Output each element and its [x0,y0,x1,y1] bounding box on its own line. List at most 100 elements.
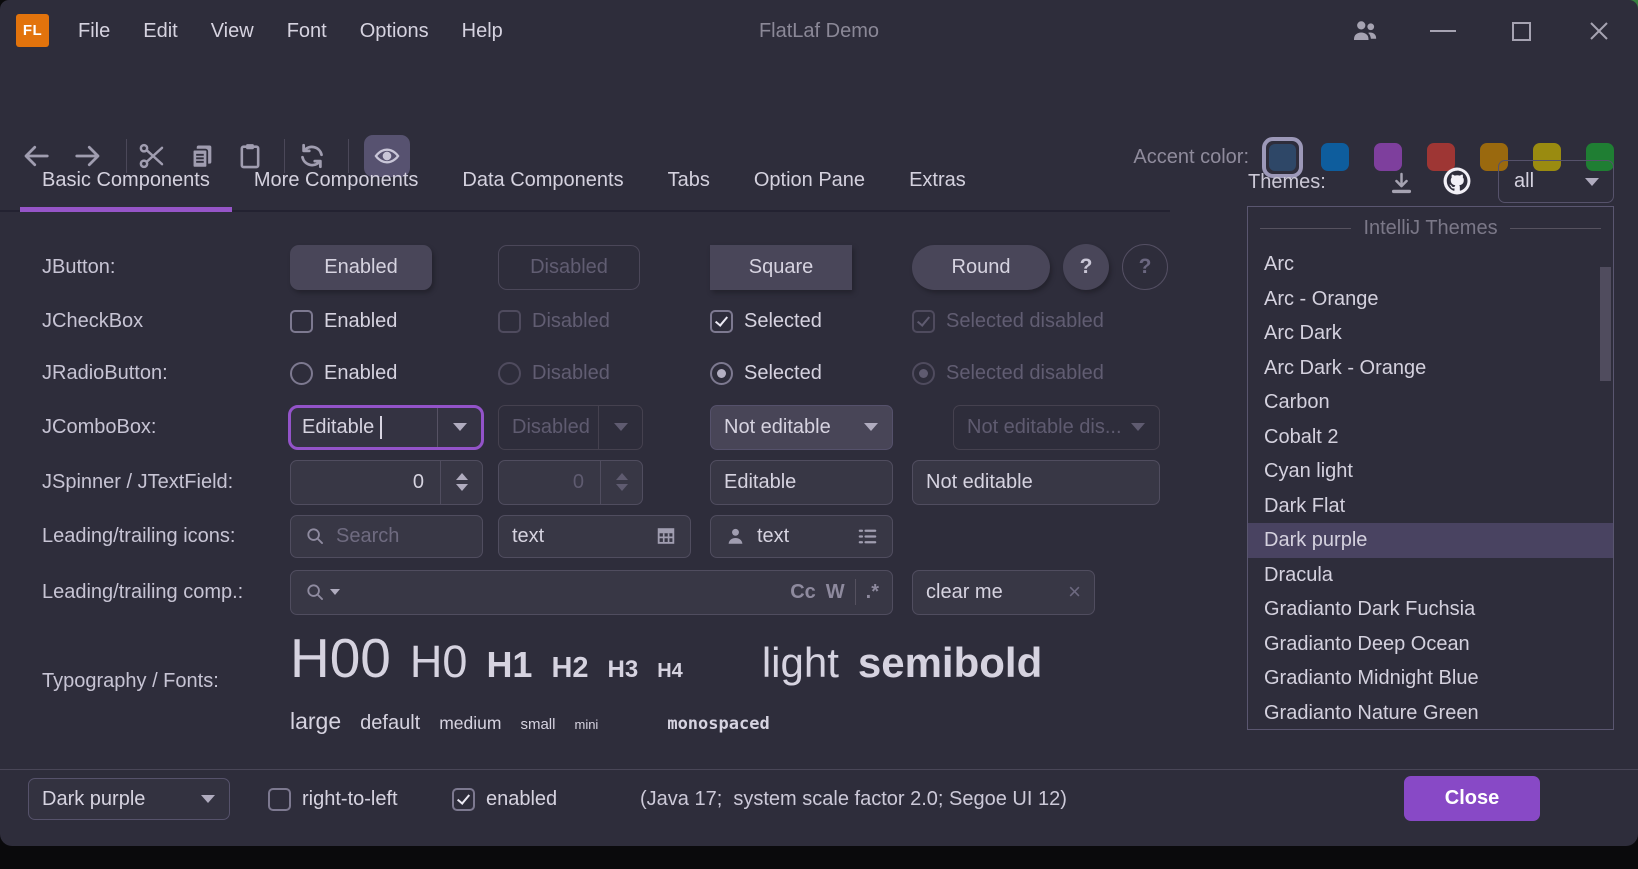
theme-item[interactable]: Arc [1248,247,1613,282]
search-input[interactable] [350,581,780,604]
h00-specimen: H00 [290,626,391,690]
theme-item[interactable]: Dark Flat [1248,489,1613,524]
mini-size-specimen: mini [574,717,598,732]
themes-scrollbar-thumb[interactable] [1600,267,1611,381]
text-field-with-person-icon[interactable] [710,515,893,558]
cell: Cc W .* [290,569,893,615]
theme-item[interactable]: Cyan light [1248,454,1613,489]
combobox-arrow-button[interactable] [437,408,481,447]
bullet-list-icon[interactable] [856,525,879,548]
themes-group-header: IntelliJ Themes [1248,209,1613,247]
tab-extras[interactable]: Extras [887,150,988,210]
theme-combobox[interactable]: Dark purple [28,778,230,820]
right-to-left-checkbox[interactable]: right-to-left [268,788,398,811]
radio-enabled[interactable]: Enabled [290,362,397,385]
menu-view[interactable]: View [211,20,254,43]
checkbox-enabled[interactable]: Enabled [290,310,397,333]
text-input[interactable] [757,525,846,548]
menu-options[interactable]: Options [360,20,429,43]
tab-more-components[interactable]: More Components [232,150,441,210]
editable-combobox[interactable] [288,405,484,450]
text-input[interactable] [926,581,1058,604]
light-weight-specimen: light [762,639,839,687]
clearable-text-field[interactable]: × [912,570,1095,615]
menu-edit[interactable]: Edit [143,20,177,43]
spinner-up-icon[interactable] [456,473,468,480]
h1-specimen: H1 [486,644,532,686]
close-window-button[interactable] [1560,0,1638,62]
search-field[interactable] [290,515,483,558]
desktop: FL File Edit View Font Options Help Flat… [0,0,1638,869]
download-themes-button[interactable] [1388,170,1415,197]
divider [855,579,856,605]
text-field-with-table-icon[interactable] [498,515,691,558]
menu-help[interactable]: Help [462,20,503,43]
theme-item[interactable]: Arc - Orange [1248,282,1613,317]
textfield-input[interactable] [724,471,879,494]
checkbox-selected[interactable]: Selected [710,310,822,333]
help-button-outline[interactable]: ? [1122,244,1168,290]
close-button[interactable]: Close [1404,776,1540,821]
theme-item[interactable]: Carbon [1248,385,1613,420]
theme-item[interactable]: Gradianto Midnight Blue [1248,661,1613,696]
jradiobutton-row-label: JRadioButton: [42,353,168,393]
maximize-button[interactable] [1482,0,1560,62]
tab-option-pane[interactable]: Option Pane [732,150,887,210]
leading-icons-row-label: Leading/trailing icons: [42,514,235,558]
editable-textfield[interactable] [710,460,893,505]
default-size-specimen: default [360,712,420,735]
theme-item[interactable]: Arc Dark [1248,316,1613,351]
tab-basic-components[interactable]: Basic Components [20,150,232,210]
chevron-down-icon [453,423,467,431]
not-editable-combobox[interactable]: Not editable [710,405,893,450]
editable-combobox-input[interactable] [302,416,422,439]
jspinner-row-label: JSpinner / JTextField: [42,459,233,505]
checkbox-icon [268,788,291,811]
enabled-button[interactable]: Enabled [290,245,432,290]
themes-filter-combobox[interactable]: all [1498,160,1614,203]
table-icon[interactable] [655,525,677,547]
match-case-button[interactable]: Cc [790,581,816,604]
divider [1510,228,1601,229]
clear-icon[interactable]: × [1068,579,1081,605]
whole-word-button[interactable]: W [826,581,845,604]
search-input[interactable] [336,525,469,548]
theme-item[interactable]: Cobalt 2 [1248,420,1613,455]
tab-tabs[interactable]: Tabs [646,150,732,210]
theme-item[interactable]: Gradianto Dark Fuchsia [1248,592,1613,627]
regex-button[interactable]: .* [866,581,879,604]
accent-swatch-purple[interactable] [1374,143,1402,171]
radio-selected[interactable]: Selected [710,362,822,385]
radio-label: Selected [744,362,822,385]
spinner-up-icon [616,473,628,480]
square-button[interactable]: Square [710,245,852,290]
github-button[interactable] [1440,164,1474,198]
cell: Disabled [498,301,610,341]
enabled-checkbox[interactable]: enabled [452,788,557,811]
menu-file[interactable]: File [78,20,110,43]
tab-data-components[interactable]: Data Components [440,150,645,210]
users-icon[interactable] [1326,0,1404,62]
round-button[interactable]: Round [912,245,1050,290]
menu-font[interactable]: Font [287,20,327,43]
chevron-down-icon[interactable] [330,589,340,595]
help-button[interactable]: ? [1063,244,1109,290]
cell: Enabled [290,301,397,341]
text-input[interactable] [512,525,645,548]
flatlaf-logo-icon: FL [16,14,49,47]
theme-item[interactable]: Dracula [1248,558,1613,593]
cell: Enabled [290,353,397,393]
chevron-down-icon [1585,178,1599,186]
spinner-input[interactable] [304,471,432,494]
theme-item[interactable]: Gradianto Deep Ocean [1248,627,1613,662]
spinner[interactable] [290,460,483,505]
spinner-buttons [600,461,642,504]
spinner-buttons[interactable] [440,461,482,504]
theme-item-selected[interactable]: Dark purple [1248,523,1613,558]
search-field-with-options[interactable]: Cc W .* [290,570,893,615]
spinner-down-icon[interactable] [456,484,468,491]
minimize-button[interactable] [1404,0,1482,62]
theme-item[interactable]: Gradianto Nature Green [1248,696,1613,731]
combobox-arrow-button [598,406,642,449]
theme-item[interactable]: Arc Dark - Orange [1248,351,1613,386]
